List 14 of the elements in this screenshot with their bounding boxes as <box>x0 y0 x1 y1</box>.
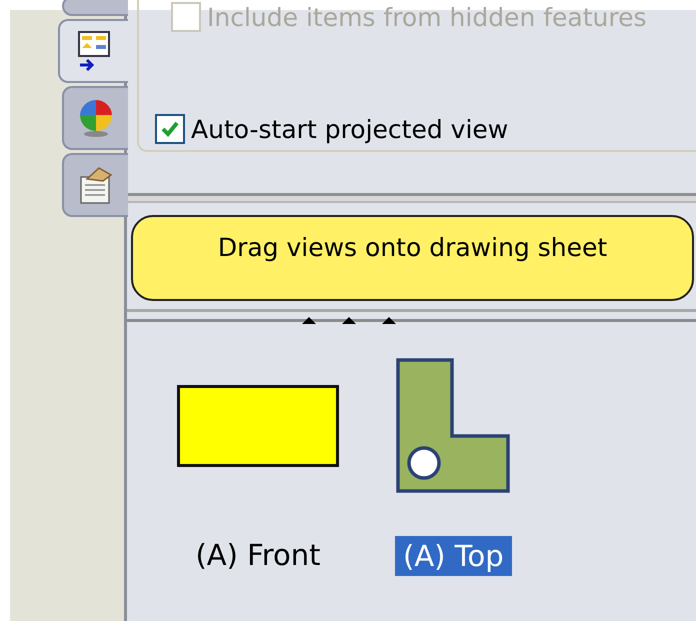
splitter-bar[interactable] <box>127 309 696 322</box>
checkbox-label: Auto-start projected view <box>191 114 508 144</box>
view-label[interactable]: (A) Top <box>395 536 512 576</box>
check-icon <box>160 120 180 138</box>
checkbox-label: Include items from hidden features <box>207 2 647 32</box>
message-banner: Drag views onto drawing sheet <box>131 215 694 301</box>
view-label[interactable]: (A) Front <box>187 535 329 575</box>
checkbox[interactable] <box>155 114 185 144</box>
bracket-view-thumbnail[interactable] <box>396 358 510 494</box>
ball-icon <box>77 98 115 138</box>
panel-tab[interactable] <box>62 153 128 217</box>
rectangle-view-thumbnail[interactable] <box>177 385 339 467</box>
panel-tab[interactable] <box>58 19 128 83</box>
view-palette-icon <box>77 31 111 71</box>
